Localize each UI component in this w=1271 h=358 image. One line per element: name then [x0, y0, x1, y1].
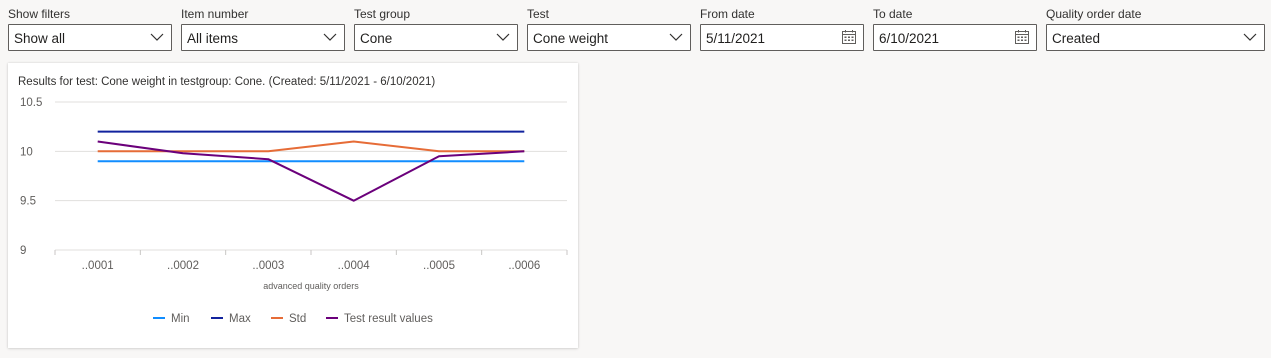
to-date-value: 6/10/2021	[879, 31, 940, 46]
quality-order-date-label: Quality order date	[1046, 7, 1142, 21]
show-filters-label: Show filters	[8, 7, 71, 21]
to-date-label: To date	[873, 7, 913, 21]
test-label: Test	[527, 7, 550, 21]
x-tick-label: ..0001	[82, 260, 114, 272]
y-tick-label: 10	[20, 146, 33, 158]
chevron-down-icon	[323, 33, 337, 41]
y-tick-label: 9.5	[20, 196, 36, 208]
from-date-input[interactable]: 5/11/2021	[700, 24, 864, 51]
test-group-dropdown[interactable]: Cone	[354, 24, 518, 51]
to-date-input[interactable]: 6/10/2021	[873, 24, 1037, 51]
item-number-label: Item number	[181, 7, 249, 21]
chevron-down-icon	[669, 33, 683, 41]
item-number-dropdown[interactable]: All items	[181, 24, 345, 51]
test-value: Cone weight	[533, 31, 609, 46]
show-filters-dropdown[interactable]: Show all	[8, 24, 172, 51]
chevron-down-icon	[1243, 33, 1257, 41]
x-tick-label: ..0003	[252, 260, 284, 272]
test-group-label: Test group	[354, 7, 411, 21]
x-tick-label: ..0002	[167, 260, 199, 272]
item-number-value: All items	[187, 31, 239, 46]
quality-order-date-dropdown[interactable]: Created	[1046, 24, 1265, 51]
legend-label: Min	[171, 313, 190, 325]
legend-label: Test result values	[344, 313, 433, 325]
chart-card: Results for test: Cone weight in testgro…	[8, 63, 578, 348]
from-date-value: 5/11/2021	[706, 31, 766, 46]
calendar-icon[interactable]	[1014, 29, 1030, 45]
legend-label: Std	[289, 313, 306, 325]
show-filters-value: Show all	[14, 31, 66, 46]
chevron-down-icon	[150, 33, 164, 41]
from-date-label: From date	[700, 7, 755, 21]
line-chart: 10.5 10 9.5 9 ..0001 ..0002 ..0003 ..0004 ..000…	[20, 97, 568, 325]
chevron-down-icon	[496, 33, 510, 41]
x-axis-title: advanced quality orders	[263, 281, 359, 291]
legend-label: Max	[229, 313, 251, 325]
test-group-value: Cone	[360, 31, 393, 46]
x-tick-label: ..0005	[423, 260, 455, 272]
test-dropdown[interactable]: Cone weight	[527, 24, 691, 51]
x-tick-label: ..0004	[338, 260, 371, 272]
x-tick-label: ..0006	[508, 260, 540, 272]
y-tick-label: 9	[20, 245, 26, 257]
quality-order-date-value: Created	[1052, 31, 1101, 46]
calendar-icon[interactable]	[841, 29, 857, 45]
y-tick-label: 10.5	[20, 97, 42, 109]
